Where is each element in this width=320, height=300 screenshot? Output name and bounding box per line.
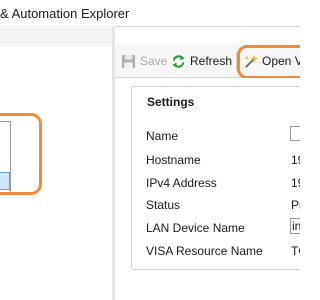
floppy-disk-icon (121, 54, 136, 68)
highlight-left-region (0, 113, 42, 195)
left-pane-header (0, 26, 113, 47)
ipv4-value: 19 (291, 176, 300, 190)
settings-title: Settings (147, 95, 195, 109)
lan-device-name-field[interactable]: in (290, 218, 300, 234)
visa-resource-name-label: VISA Resource Name (146, 244, 263, 258)
status-value: Pr (291, 198, 300, 212)
save-label: Save (140, 54, 168, 68)
refresh-label: Refresh (190, 54, 233, 68)
name-field[interactable] (290, 126, 300, 141)
title-bar: & Automation Explorer (0, 0, 300, 27)
status-label: Status (146, 198, 181, 212)
lan-device-name-value: in (292, 219, 300, 233)
visa-resource-name-value: TC (291, 244, 300, 258)
hostname-label: Hostname (146, 153, 201, 167)
refresh-button[interactable]: Refresh (171, 51, 232, 71)
save-button[interactable]: Save (121, 51, 167, 71)
hostname-value: 19 (291, 153, 300, 167)
name-label: Name (146, 129, 179, 143)
refresh-arrows-icon (172, 54, 185, 68)
app-window: & Automation Explorer Save Refresh Open … (0, 0, 300, 300)
lan-device-name-label: LAN Device Name (146, 221, 245, 235)
ipv4-label: IPv4 Address (146, 176, 217, 190)
window-title: & Automation Explorer (0, 6, 130, 21)
highlight-open-button (237, 45, 300, 79)
